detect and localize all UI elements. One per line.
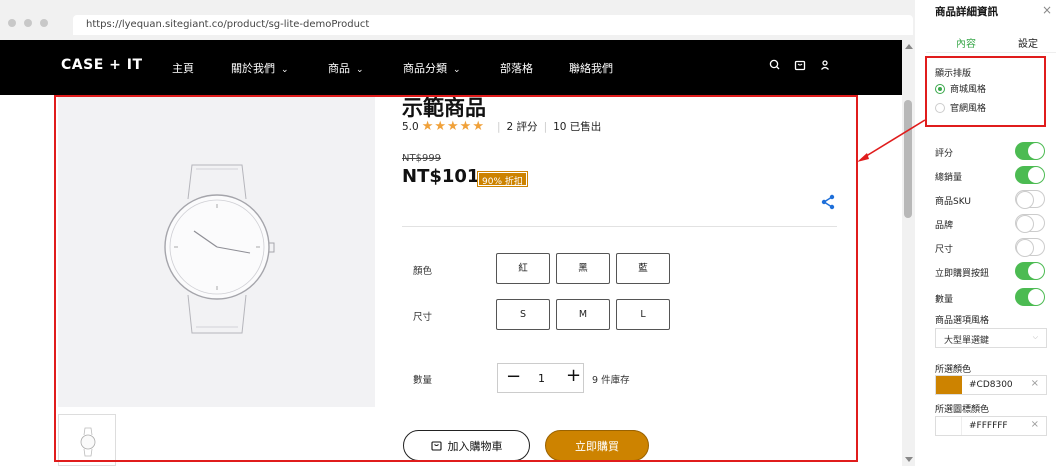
- color-swatch[interactable]: [936, 376, 962, 394]
- toggle-label-sku: 商品SKU: [935, 197, 971, 207]
- chevron-down-icon: ⌄: [453, 65, 461, 75]
- search-icon[interactable]: [768, 58, 782, 72]
- chevron-down-icon: ⌄: [281, 65, 289, 75]
- nav-item-about[interactable]: 關於我們 ⌄: [231, 60, 289, 76]
- window-controls: [8, 19, 48, 27]
- toggle-label-quantity: 數量: [935, 295, 954, 305]
- nav-item-home[interactable]: 主頁: [172, 60, 194, 76]
- address-bar[interactable]: https://lyequan.sitegiant.co/product/sg-…: [73, 15, 913, 35]
- browser-toolbar: https://lyequan.sitegiant.co/product/sg-…: [0, 0, 915, 40]
- selected-color-value: #CD8300: [969, 380, 1013, 390]
- quantity-toggle[interactable]: [1015, 288, 1045, 306]
- highlight-box-product-area: [54, 95, 858, 462]
- selected-icon-color-label: 所選圖標顏色: [935, 405, 990, 415]
- selected-icon-color-value: #FFFFFF: [969, 421, 1008, 431]
- color-swatch[interactable]: [936, 417, 962, 435]
- close-icon[interactable]: ×: [1042, 3, 1052, 17]
- clear-icon[interactable]: ×: [1031, 378, 1039, 389]
- nav-icons: [768, 58, 832, 72]
- selected-color-field[interactable]: #CD8300 ×: [935, 375, 1047, 395]
- sku-toggle[interactable]: [1015, 190, 1045, 209]
- clear-icon[interactable]: ×: [1031, 419, 1039, 430]
- selected-icon-color-field[interactable]: #FFFFFF ×: [935, 416, 1047, 436]
- site-header: CASE + IT 主頁 關於我們 ⌄ 商品 ⌄ 商品分類 ⌄ 部落格 聯絡我們: [0, 40, 902, 95]
- buy-now-toggle[interactable]: [1015, 262, 1045, 280]
- arrow-icon: [857, 119, 926, 162]
- window-close-dot[interactable]: [8, 19, 16, 27]
- user-icon[interactable]: [818, 58, 832, 72]
- total-sales-toggle[interactable]: [1015, 166, 1045, 184]
- option-style-select[interactable]: 大型單選鍵 ⌵: [935, 328, 1047, 348]
- page-scrollbar[interactable]: [902, 40, 915, 466]
- option-style-label: 商品選項風格: [935, 316, 990, 326]
- toggle-label-buy-now: 立即購買按鈕: [935, 269, 990, 279]
- tab-divider: [926, 52, 1056, 53]
- chevron-down-icon: ⌄: [356, 65, 364, 75]
- nav-item-products[interactable]: 商品 ⌄: [328, 60, 364, 76]
- rating-toggle[interactable]: [1015, 142, 1045, 160]
- toggle-label-total-sales: 總銷量: [935, 173, 963, 183]
- window-maximize-dot[interactable]: [40, 19, 48, 27]
- nav-item-categories[interactable]: 商品分類 ⌄: [403, 60, 461, 76]
- toggle-label-rating: 評分: [935, 149, 954, 159]
- scroll-down-icon[interactable]: [905, 457, 913, 462]
- chevron-down-icon: ⌵: [1032, 333, 1038, 341]
- tab-content[interactable]: 內容: [956, 35, 976, 50]
- tab-settings[interactable]: 設定: [1018, 35, 1038, 50]
- nav-item-contact[interactable]: 聯絡我們: [569, 60, 613, 76]
- cart-icon[interactable]: [793, 58, 807, 72]
- toggle-label-size: 尺寸: [935, 245, 954, 255]
- size-toggle[interactable]: [1015, 238, 1045, 257]
- scroll-up-icon[interactable]: [905, 44, 913, 49]
- brand-toggle[interactable]: [1015, 214, 1045, 233]
- panel-title: 商品詳細資訊: [935, 6, 998, 18]
- screen: https://lyequan.sitegiant.co/product/sg-…: [0, 0, 1056, 466]
- highlight-box-layout-option: [925, 56, 1046, 127]
- toggle-label-brand: 品牌: [935, 221, 954, 231]
- window-minimize-dot[interactable]: [24, 19, 32, 27]
- nav-item-blog[interactable]: 部落格: [500, 60, 533, 76]
- site-logo[interactable]: CASE + IT: [61, 57, 143, 73]
- selected-color-label: 所選顏色: [935, 365, 972, 375]
